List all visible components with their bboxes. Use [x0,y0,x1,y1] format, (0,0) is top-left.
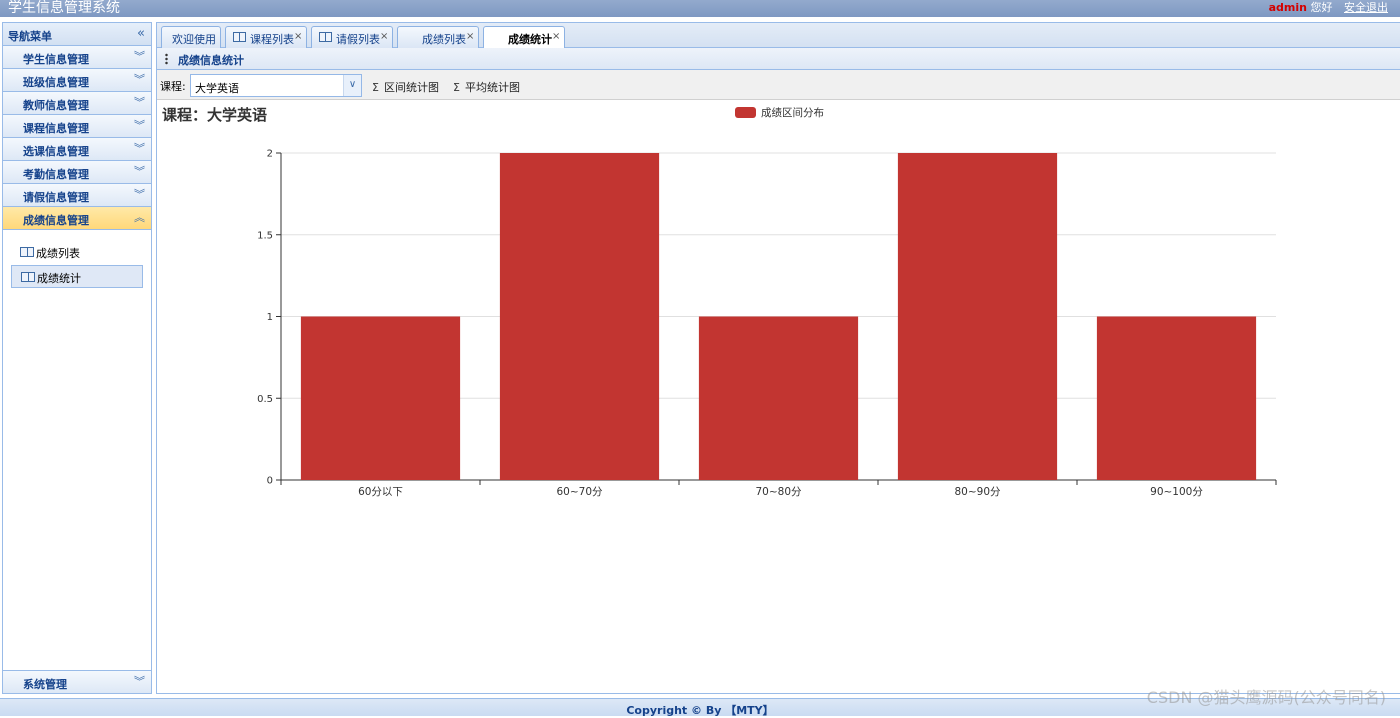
close-icon[interactable]: × [466,31,474,42]
bar [300,316,461,480]
chevron-down-icon: ︾ [134,142,145,155]
subitem-label: 成绩列表 [36,247,80,260]
plot-area: 0 0.5 1 1.5 2 60分以下 60~70分 70~80分 80~90分 90~100分 [257,149,1277,498]
bar-chart: 课程：大学英语 成绩区间分布 0 0.5 1 1.5 2 60分以下 60~70分 70~80… [162,106,1277,498]
tab-label: 成绩统计 [508,33,552,46]
tab-course-list[interactable]: 课程列表 × [225,26,307,48]
y-tick-label: 0 [267,476,273,487]
x-tick-label: 60分以下 [358,486,403,498]
sidebar-item-label: 系统管理 [23,678,67,691]
top-bar: 学生信息管理系统 admin 您好 安全退出 [0,0,1400,17]
tab-label: 课程列表 [250,33,294,46]
tab-label: 成绩列表 [422,33,466,46]
sidebar: 导航菜单 « 学生信息管理 ︾ 班级信息管理 ︾ 教师信息管理 ︾ 课程信息管理… [2,22,152,694]
grip-icon [165,53,168,65]
sidebar-item-leave[interactable]: 请假信息管理 ︾ [3,184,151,207]
legend-swatch[interactable] [735,107,756,118]
chevron-down-icon: ︾ [134,50,145,63]
panel-title: 成绩信息统计 [178,54,244,67]
y-tick-label: 1 [267,312,273,323]
chevron-down-icon: ︾ [134,165,145,178]
close-icon[interactable]: × [294,31,302,42]
sidebar-item-label: 成绩信息管理 [23,214,89,227]
panel-header: 成绩信息统计 [157,48,1400,70]
book-icon [21,272,35,282]
bar [499,153,660,480]
bar [698,316,859,480]
sidebar-item-label: 考勤信息管理 [23,168,89,181]
close-icon[interactable]: × [552,31,560,42]
y-tick-label: 0.5 [257,394,273,405]
book-icon [20,247,34,257]
username: admin [1268,1,1307,14]
chevron-down-icon[interactable]: ∨ [343,75,361,96]
nav-title: 导航菜单 [8,30,52,43]
sidebar-item-label: 学生信息管理 [23,53,89,66]
sidebar-item-teacher[interactable]: 教师信息管理 ︾ [3,92,151,115]
chevron-down-icon: ︾ [134,96,145,109]
sigma-icon: Σ [372,81,379,94]
tab-strip: 欢迎使用 课程列表 × 请假列表 × 成绩列表 × 成绩统计 × [157,23,1400,49]
avg-chart-label: 平均统计图 [464,81,520,94]
x-tick-label: 70~80分 [755,486,802,498]
chart-area: 课程：大学英语 成绩区间分布 0 0.5 1 1.5 2 60分以下 60~70分 70~80… [157,101,1400,693]
avg-chart-button[interactable]: Σ 平均统计图 [453,79,520,95]
y-tick-label: 1.5 [257,230,273,241]
toolbar: 课程: 大学英语 ∨ Σ 区间统计图 Σ 平均统计图 [157,70,1400,100]
course-select-value: 大学英语 [195,82,239,95]
subitem-grade-stats[interactable]: 成绩统计 [11,265,143,288]
book-icon [233,32,246,42]
main-panel: 欢迎使用 课程列表 × 请假列表 × 成绩列表 × 成绩统计 × 成绩信息统计 … [156,22,1400,694]
x-tick-label: 80~90分 [954,486,1001,498]
range-chart-label: 区间统计图 [383,81,439,94]
app-title: 学生信息管理系统 [8,0,120,16]
tab-label: 请假列表 [336,33,380,46]
tab-welcome[interactable]: 欢迎使用 [161,26,221,48]
nav-header: 导航菜单 « [3,23,151,46]
chevron-down-icon: ︾ [134,675,145,688]
sidebar-item-selection[interactable]: 选课信息管理 ︾ [3,138,151,161]
x-tick-label: 90~100分 [1150,486,1203,498]
sigma-icon: Σ [453,81,460,94]
book-icon [319,32,332,42]
tab-leave-list[interactable]: 请假列表 × [311,26,393,48]
chart-title: 课程：大学英语 [162,106,267,124]
logout-link[interactable]: 安全退出 [1344,1,1388,14]
chevron-down-icon: ︾ [134,188,145,201]
sidebar-item-student[interactable]: 学生信息管理 ︾ [3,46,151,69]
course-label: 课程: [160,80,186,93]
sidebar-item-class[interactable]: 班级信息管理 ︾ [3,69,151,92]
sidebar-item-label: 教师信息管理 [23,99,89,112]
user-area: admin 您好 安全退出 [1269,0,1388,17]
watermark: CSDN @猫头鹰源码(公众号同名) [1146,688,1386,707]
tab-grade-list[interactable]: 成绩列表 × [397,26,479,48]
sidebar-item-grades[interactable]: 成绩信息管理 ︽ [3,207,151,230]
bar [1096,316,1257,480]
y-tick-label: 2 [267,149,273,160]
greeting: 您好 [1310,1,1333,14]
sidebar-item-label: 请假信息管理 [23,191,89,204]
close-icon[interactable]: × [380,31,388,42]
tab-grade-stats[interactable]: 成绩统计 × [483,26,565,49]
subitem-grade-list[interactable]: 成绩列表 [11,241,143,264]
collapse-left-icon[interactable]: « [137,26,145,41]
bar [897,153,1058,480]
sidebar-item-label: 选课信息管理 [23,145,89,158]
range-chart-button[interactable]: Σ 区间统计图 [372,79,439,95]
sidebar-item-label: 班级信息管理 [23,76,89,89]
legend-label: 成绩区间分布 [761,106,824,119]
x-tick-label: 60~70分 [556,486,603,498]
sidebar-item-label: 课程信息管理 [23,122,89,135]
sidebar-item-course[interactable]: 课程信息管理 ︾ [3,115,151,138]
grades-submenu: 成绩列表 成绩统计 [3,230,151,668]
chevron-down-icon: ︾ [134,73,145,86]
course-select[interactable]: 大学英语 ∨ [190,74,362,97]
sidebar-item-attendance[interactable]: 考勤信息管理 ︾ [3,161,151,184]
subitem-label: 成绩统计 [37,272,81,285]
chevron-down-icon: ︾ [134,119,145,132]
chevron-up-icon: ︽ [134,211,145,224]
tab-label: 欢迎使用 [172,33,216,46]
sidebar-item-system[interactable]: 系统管理 ︾ [3,670,151,693]
